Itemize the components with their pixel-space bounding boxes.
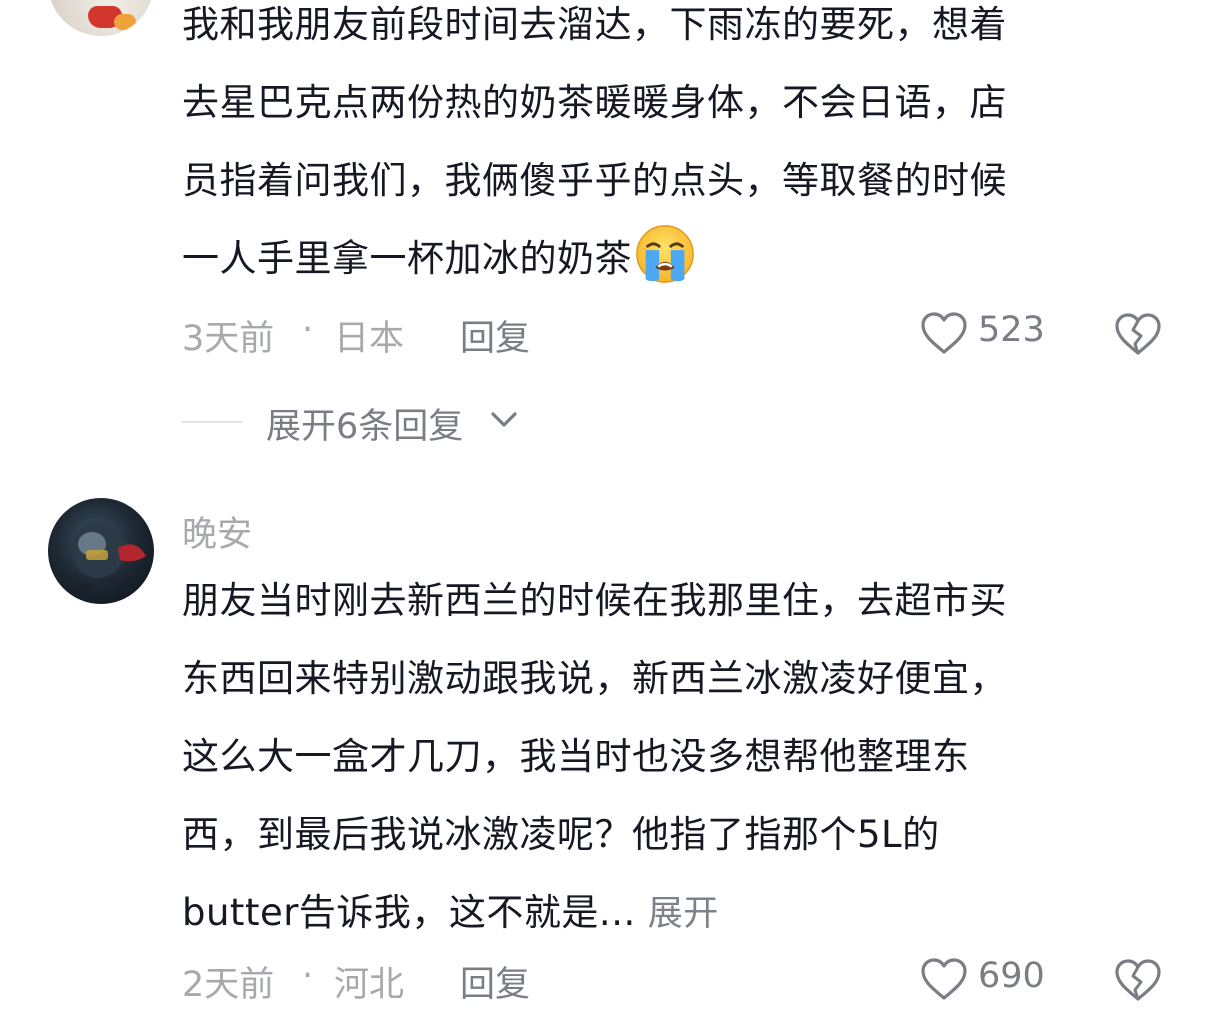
expand-comment-button[interactable]: 展开	[648, 894, 719, 934]
like-count: 523	[978, 310, 1045, 350]
expand-replies-label: 展开6条回复	[266, 407, 464, 447]
chevron-down-icon	[491, 412, 517, 427]
broken-heart-icon	[1115, 313, 1161, 355]
avatar-graphic-accent	[114, 14, 136, 30]
comment-line-text: 一人手里拿一杯加冰的奶茶	[182, 237, 632, 280]
like-button[interactable]: 690	[920, 954, 1050, 1006]
comment-time: 3天前	[182, 319, 275, 359]
comment-line: 西，到最后我说冰激凌呢？他指了指那个5L的	[182, 813, 940, 856]
reply-button[interactable]: 回复	[460, 310, 530, 361]
like-button[interactable]: 523	[920, 308, 1050, 360]
comment-line-text: butter告诉我，这不就是...	[182, 891, 636, 934]
comment-line: 朋友当时刚去新西兰的时候在我那里住，去超市买	[182, 579, 1007, 622]
comment-line-last: 一人手里拿一杯加冰的奶茶	[182, 220, 1182, 298]
comment-time: 2天前	[182, 965, 275, 1005]
commenter-avatar[interactable]	[48, 498, 154, 604]
comment-line: 这么大一盒才几刀，我当时也没多想帮他整理东	[182, 735, 970, 778]
comment-line-last: butter告诉我，这不就是... 展开	[182, 874, 1182, 953]
comment-body[interactable]: 朋友当时刚去新西兰的时候在我那里住，去超市买 东西回来特别激动跟我说，新西兰冰激…	[182, 562, 1182, 953]
comment-username[interactable]: 晚安	[182, 506, 252, 557]
reply-button[interactable]: 回复	[460, 956, 530, 1007]
comment-line: 去星巴克点两份热的奶茶暖暖身体，不会日语，店	[182, 81, 1007, 124]
expand-replies-button[interactable]: 展开6条回复	[182, 396, 582, 447]
loudly-crying-face-emoji-icon	[636, 225, 694, 283]
comment-body[interactable]: 我和我朋友前段时间去溜达，下雨冻的要死，想着 去星巴克点两份热的奶茶暖暖身体，不…	[182, 0, 1182, 298]
like-count: 690	[978, 956, 1045, 996]
comment-location: 河北	[334, 965, 405, 1005]
comment-line: 员指着问我们，我俩傻乎乎的点头，等取餐的时候	[182, 159, 1007, 202]
avatar-graphic	[58, 522, 146, 591]
comment-meta: 3天前 · 日本 回复 523	[182, 310, 1172, 360]
comment-line: 我和我朋友前段时间去溜达，下雨冻的要死，想着	[182, 3, 1007, 46]
dislike-button[interactable]	[1114, 312, 1162, 365]
comment-meta: 2天前 · 河北 回复 690	[182, 956, 1172, 1006]
heart-outline-icon	[921, 958, 967, 1000]
heart-outline-icon	[921, 312, 967, 354]
commenter-avatar[interactable]	[48, 0, 154, 36]
comment-line: 东西回来特别激动跟我说，新西兰冰激凌好便宜，	[182, 657, 1007, 700]
broken-heart-icon	[1115, 959, 1161, 1001]
dislike-button[interactable]	[1114, 958, 1162, 1011]
meta-separator: ·	[302, 956, 314, 996]
comment-location: 日本	[334, 319, 405, 359]
divider-line	[182, 421, 242, 423]
meta-separator: ·	[302, 310, 314, 350]
